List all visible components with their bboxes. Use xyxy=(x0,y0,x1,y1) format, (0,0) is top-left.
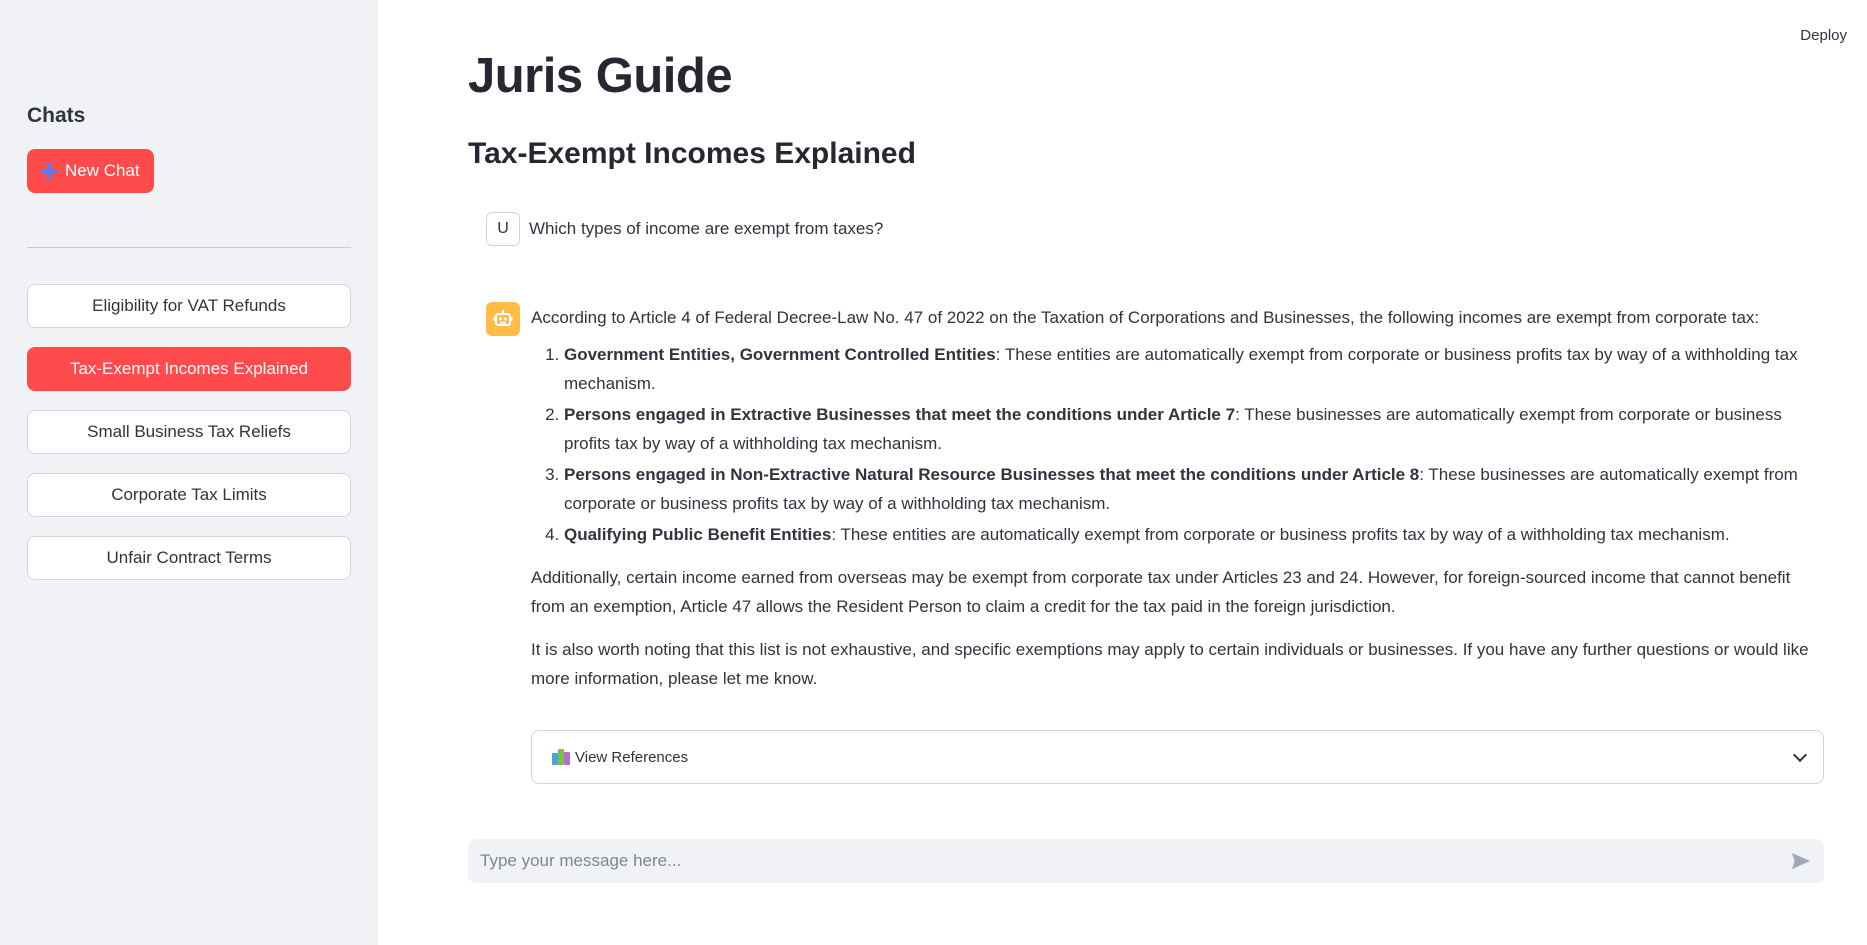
sidebar-item-corporate-tax-limits[interactable]: Corporate Tax Limits xyxy=(27,473,351,517)
sidebar-heading: Chats xyxy=(27,104,86,127)
assistant-intro: According to Article 4 of Federal Decree… xyxy=(531,308,1760,327)
sidebar-divider xyxy=(27,247,351,248)
chat-input-bar xyxy=(468,839,1824,883)
view-references-expander[interactable]: View References xyxy=(531,730,1824,784)
assistant-message: According to Article 4 of Federal Decree… xyxy=(531,303,1823,693)
sidebar-item-tax-exempt-incomes-explained[interactable]: Tax-Exempt Incomes Explained xyxy=(27,347,351,391)
list-item-title: Persons engaged in Non-Extractive Natura… xyxy=(564,465,1420,484)
new-chat-label: New Chat xyxy=(65,161,140,180)
list-item: Persons engaged in Non-Extractive Natura… xyxy=(564,460,1823,518)
chat-list: Eligibility for VAT Refunds Tax-Exempt I… xyxy=(27,284,351,599)
chat-input[interactable] xyxy=(478,850,1790,872)
list-item: Qualifying Public Benefit Entities: Thes… xyxy=(564,520,1823,549)
send-icon[interactable] xyxy=(1790,851,1812,871)
sidebar: Chats New Chat Eligibility for VAT Refun… xyxy=(0,0,378,945)
list-item-title: Qualifying Public Benefit Entities xyxy=(564,525,832,544)
assistant-paragraph: Additionally, certain income earned from… xyxy=(531,568,1791,616)
view-references-label: View References xyxy=(575,748,689,766)
chevron-down-icon xyxy=(1792,747,1808,763)
assistant-paragraph: It is also worth noting that this list i… xyxy=(531,640,1809,688)
sidebar-item-eligibility-for-vat-refunds[interactable]: Eligibility for VAT Refunds xyxy=(27,284,351,328)
robot-icon xyxy=(486,302,520,336)
user-message-text: Which types of income are exempt from ta… xyxy=(529,219,884,238)
user-avatar: U xyxy=(486,212,520,246)
list-item: Government Entities, Government Controll… xyxy=(564,340,1823,398)
plus-icon xyxy=(41,163,57,179)
list-item: Persons engaged in Extractive Businesses… xyxy=(564,400,1823,458)
list-item-text: : These entities are automatically exemp… xyxy=(831,525,1730,544)
books-icon xyxy=(552,749,570,765)
sidebar-item-small-business-tax-reliefs[interactable]: Small Business Tax Reliefs xyxy=(27,410,351,454)
app-title: Juris Guide xyxy=(468,49,733,103)
list-item-title: Government Entities, Government Controll… xyxy=(564,345,996,364)
new-chat-button[interactable]: New Chat xyxy=(27,149,154,193)
chat-title: Tax-Exempt Incomes Explained xyxy=(468,137,916,170)
deploy-button[interactable]: Deploy xyxy=(1800,27,1847,44)
exempt-income-list: Government Entities, Government Controll… xyxy=(531,340,1823,549)
user-message: U Which types of income are exempt from … xyxy=(486,212,883,246)
app: Chats New Chat Eligibility for VAT Refun… xyxy=(0,0,1867,945)
list-item-title: Persons engaged in Extractive Businesses… xyxy=(564,405,1236,424)
sidebar-item-unfair-contract-terms[interactable]: Unfair Contract Terms xyxy=(27,536,351,580)
